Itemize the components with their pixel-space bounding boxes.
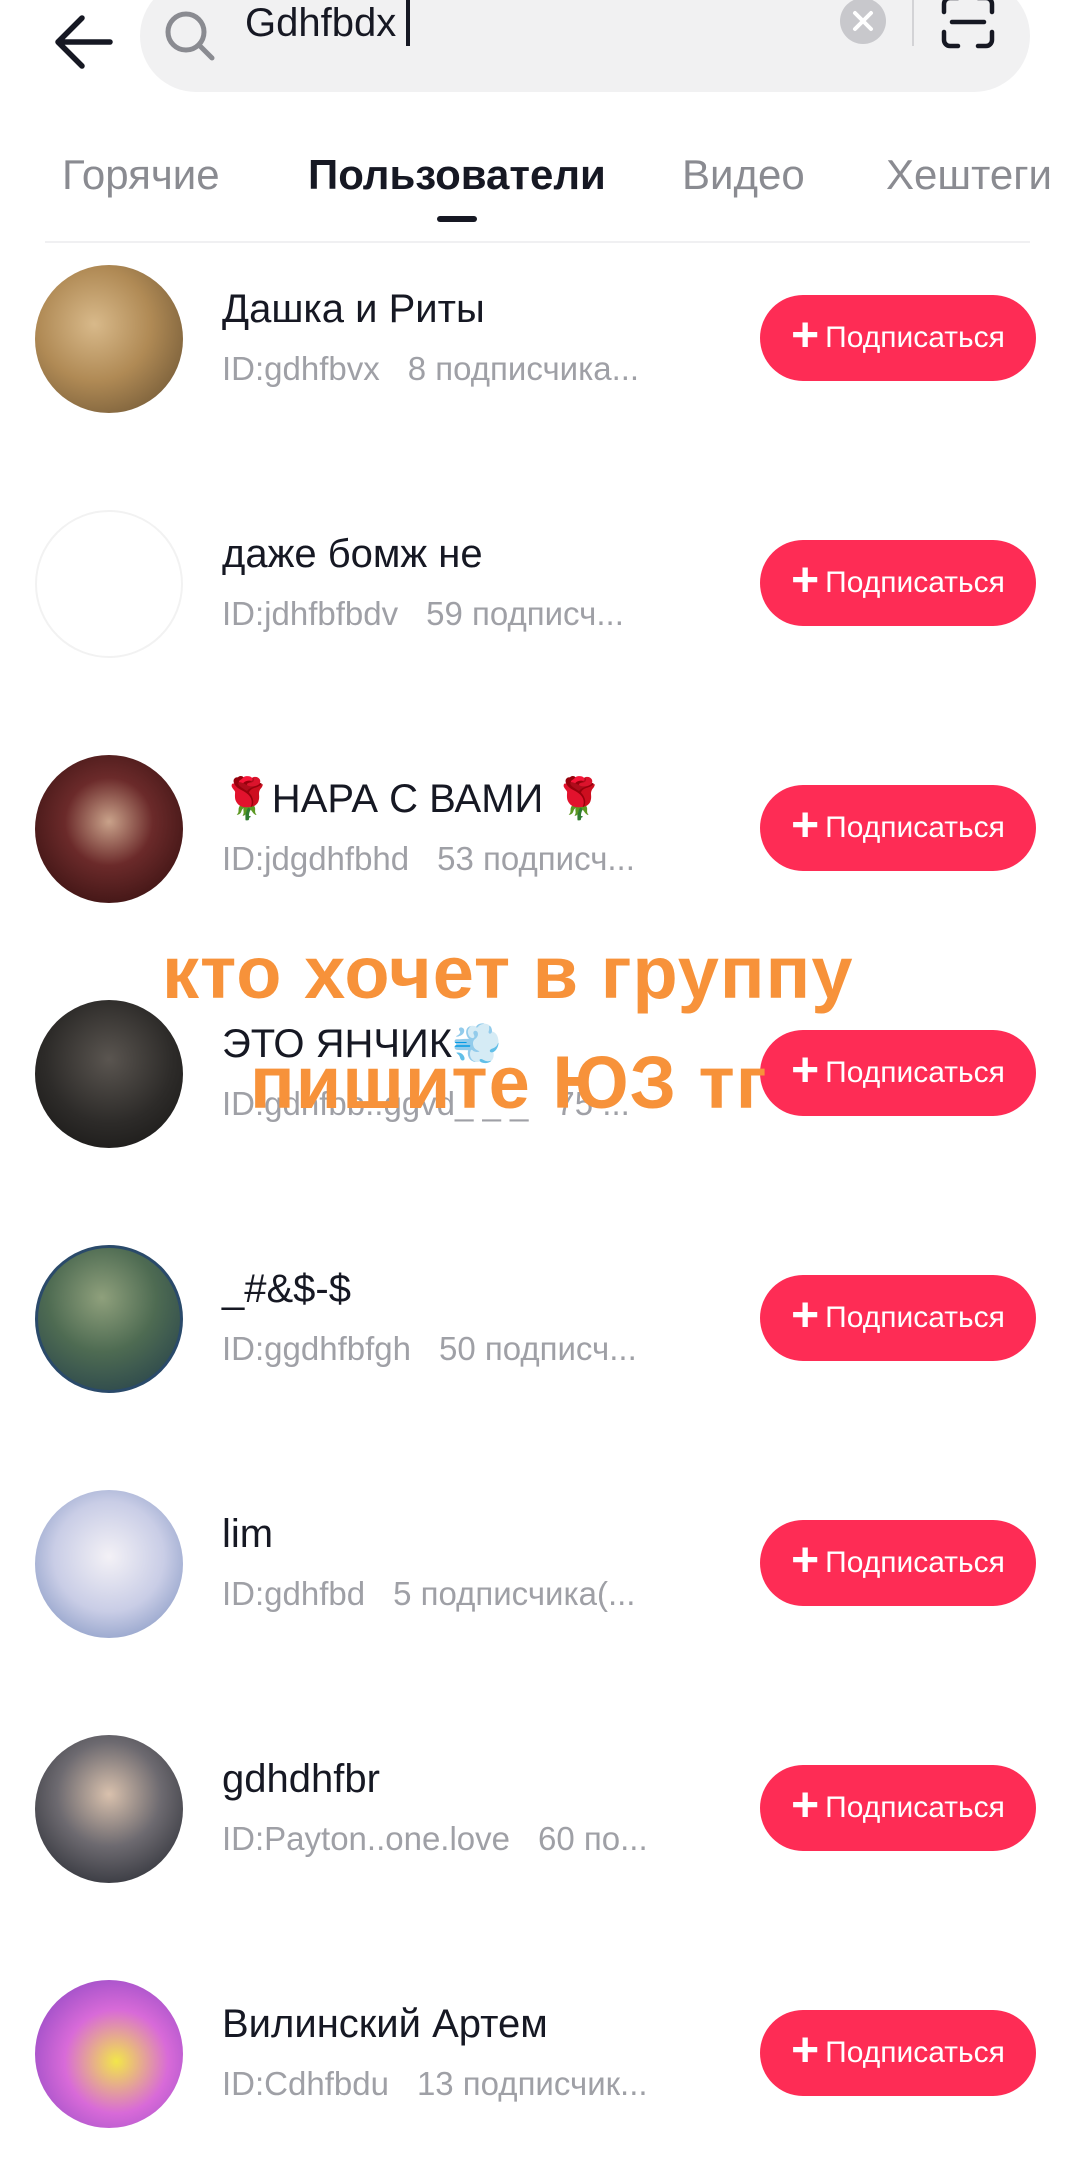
user-name: Дашка и Риты [222, 287, 485, 331]
plus-icon: + [791, 1534, 820, 1587]
follow-label: Подписаться [825, 2036, 1005, 2069]
user-name: _#&$-$ [222, 1267, 351, 1311]
overlay-caption-line-1: кто хочет в группу [162, 931, 854, 1014]
clear-icon[interactable] [840, 0, 886, 44]
follow-label: Подписаться [825, 566, 1005, 599]
user-row[interactable]: gdhdhfbr ID:Payton..one.love 60 по... + По… [0, 1735, 1080, 1885]
follow-button[interactable]: + Подписаться [760, 1520, 1036, 1606]
plus-icon: + [791, 309, 820, 362]
scan-icon[interactable] [940, 0, 996, 55]
avatar[interactable] [35, 265, 183, 413]
avatar[interactable] [35, 1490, 183, 1638]
plus-icon: + [791, 2024, 820, 2077]
user-name: даже бомж не [222, 532, 483, 576]
plus-icon: + [791, 1289, 820, 1342]
user-id: ID:jdhfbfbdv [222, 595, 399, 632]
plus-icon: + [791, 799, 820, 852]
avatar[interactable] [35, 1000, 183, 1148]
user-row[interactable]: Вилинский Артем ID:Cdhfbdu 13 подписчик..… [0, 1980, 1080, 2130]
user-followers: 13 подписчик... [416, 2065, 648, 2102]
user-row[interactable]: lim ID:gdhfbd 5 подписчика(... + Подписать… [0, 1490, 1080, 1640]
plus-icon: + [791, 1779, 820, 1832]
user-followers: 53 подписч... [437, 840, 635, 877]
user-id: ID:Payton..one.love [222, 1820, 511, 1857]
search-input[interactable]: Gdhfbdx [245, 0, 411, 46]
user-row[interactable]: 🌹НАРА С ВАМИ 🌹 ID:jdgdhfbhd 53 подписч...… [0, 755, 1080, 905]
user-meta: ID:jdhfbfbdv 59 подписч... [222, 594, 692, 634]
tab-users[interactable]: Пользователи [308, 150, 606, 200]
back-arrow-icon[interactable] [48, 6, 120, 78]
search-query: Gdhfbdx [245, 1, 397, 45]
user-meta: ID:gdhfbvx 8 подписчика... [222, 349, 692, 389]
follow-label: Подписаться [825, 1056, 1005, 1089]
text-cursor [406, 0, 411, 46]
avatar[interactable] [35, 1980, 183, 2128]
follow-label: Подписаться [825, 321, 1005, 354]
user-meta: ID:gdhfbd 5 подписчика(... [222, 1574, 692, 1614]
user-meta: ID:Payton..one.love 60 по... [222, 1819, 692, 1859]
user-meta: ID:Cdhfbdu 13 подписчик... [222, 2064, 692, 2104]
user-meta: ID:ggdhfbfgh 50 подписч... [222, 1329, 692, 1369]
follow-label: Подписаться [825, 811, 1005, 844]
user-row[interactable]: даже бомж не ID:jdhfbfbdv 59 подписч... +… [0, 510, 1080, 660]
avatar[interactable] [35, 755, 183, 903]
follow-button[interactable]: + Подписаться [760, 2010, 1036, 2096]
tab-hashtags[interactable]: Хештеги [886, 150, 1052, 200]
follow-button[interactable]: + Подписаться [760, 295, 1036, 381]
user-followers: 59 подписч... [426, 595, 624, 632]
user-row[interactable]: _#&$-$ ID:ggdhfbfgh 50 подписч... + Подпис… [0, 1245, 1080, 1395]
user-id: ID:jdgdhfbhd [222, 840, 410, 877]
plus-icon: + [791, 554, 820, 607]
follow-label: Подписаться [825, 1791, 1005, 1824]
plus-icon: + [791, 1044, 820, 1097]
follow-button[interactable]: + Подписаться [760, 1275, 1036, 1361]
avatar[interactable] [35, 1245, 183, 1393]
user-name: Вилинский Артем [222, 2002, 548, 2046]
user-followers: 8 подписчика... [407, 350, 640, 387]
user-name: lim [222, 1512, 274, 1556]
user-followers: 50 подписч... [438, 1330, 637, 1367]
tab-videos[interactable]: Видео [682, 150, 805, 200]
follow-label: Подписаться [825, 1301, 1005, 1334]
user-id: ID:ggdhfbfgh [222, 1330, 411, 1367]
follow-button[interactable]: + Подписаться [760, 1765, 1036, 1851]
avatar[interactable] [35, 510, 183, 658]
follow-button[interactable]: + Подписаться [760, 1030, 1036, 1116]
follow-button[interactable]: + Подписаться [760, 540, 1036, 626]
user-followers: 5 подписчика(... [393, 1575, 636, 1612]
tabs-divider [45, 241, 1030, 243]
search-bar[interactable]: Gdhfbdx [140, 0, 1030, 92]
search-icon [162, 8, 218, 69]
user-id: ID:Cdhfbdu [222, 2065, 389, 2102]
tab-hot[interactable]: Горячие [62, 150, 220, 200]
search-divider [912, 0, 914, 46]
avatar[interactable] [35, 1735, 183, 1883]
overlay-caption-line-2: пишите ЮЗ тг [250, 1041, 768, 1124]
top-bar: Gdhfbdx [0, 0, 1080, 100]
user-meta: ID:jdgdhfbhd 53 подписч... [222, 839, 692, 879]
user-id: ID:gdhfbvx [222, 350, 380, 387]
follow-label: Подписаться [825, 1546, 1005, 1579]
search-tabs: Горячие Пользователи Видео Хештеги [0, 150, 1080, 246]
user-name: gdhdhfbr [222, 1757, 380, 1801]
user-row[interactable]: Дашка и Риты ID:gdhfbvx 8 подписчика... +… [0, 265, 1080, 415]
active-tab-indicator [437, 216, 477, 222]
follow-button[interactable]: + Подписаться [760, 785, 1036, 871]
user-id: ID:gdhfbd [222, 1575, 366, 1612]
user-followers: 60 по... [538, 1820, 648, 1857]
user-name: 🌹НАРА С ВАМИ 🌹 [222, 777, 605, 821]
